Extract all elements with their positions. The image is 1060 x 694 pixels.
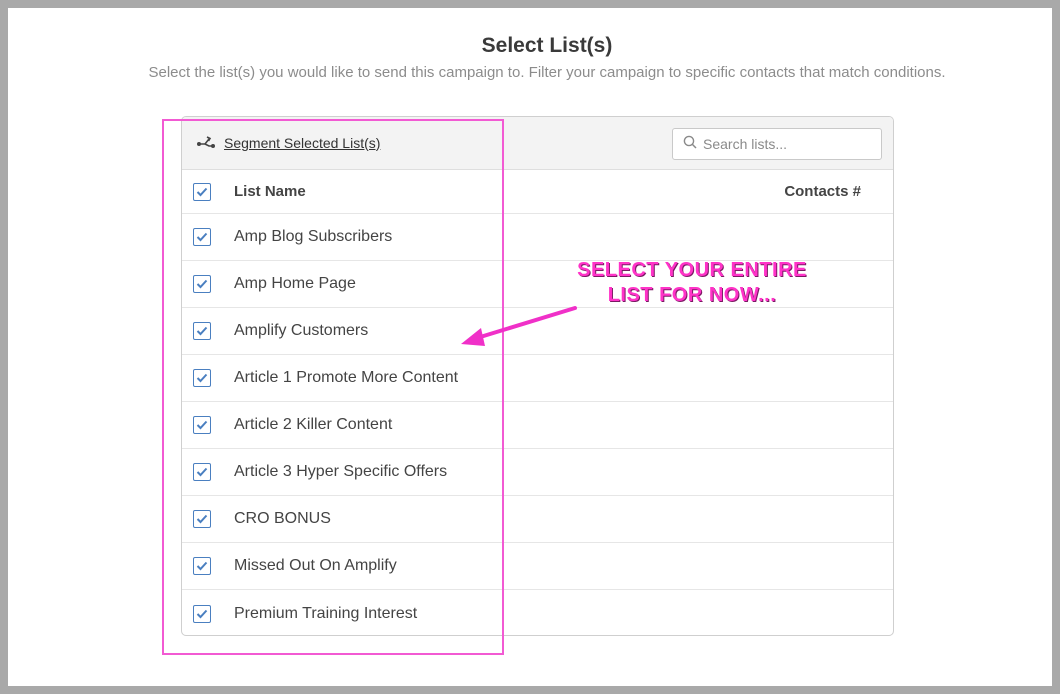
column-header-contacts[interactable]: Contacts # [784,183,861,200]
table-header-row: List Name Contacts # [182,170,893,214]
search-box[interactable] [672,128,882,160]
segment-icon [196,134,224,151]
table-row[interactable]: Amp Blog Subscribers [182,214,893,261]
row-checkbox[interactable] [193,416,211,434]
checkmark-icon [196,373,208,383]
checkmark-icon [196,514,208,524]
list-name: Amp Home Page [234,275,356,292]
table-row[interactable]: Missed Out On Amplify [182,543,893,590]
list-name: Amplify Customers [234,322,369,339]
row-checkbox[interactable] [193,604,211,623]
row-checkbox[interactable] [193,322,211,340]
callout-annotation: SELECT YOUR ENTIRE LIST FOR NOW... [560,258,824,308]
checkmark-icon [196,420,208,430]
list-name: Article 3 Hyper Specific Offers [234,463,448,480]
list-name: Amp Blog Subscribers [234,228,393,245]
list-name: CRO BONUS [234,510,331,527]
checkmark-icon [196,232,208,242]
row-checkbox[interactable] [193,228,211,246]
checkmark-icon [196,187,208,196]
page-title: Select List(s) [481,34,613,57]
table-row[interactable]: Article 3 Hyper Specific Offers [182,449,893,496]
checkmark-icon [196,279,208,289]
panel-toolbar: Segment Selected List(s) [182,117,893,170]
select-all-checkbox[interactable] [193,182,211,201]
row-checkbox[interactable] [193,463,211,481]
segment-selected-lists-link[interactable]: Segment Selected List(s) [196,134,380,151]
row-checkbox[interactable] [193,557,211,575]
search-icon [683,135,697,154]
list-selection-panel: Segment Selected List(s) List Name Conta… [181,116,894,636]
list-name: Article 2 Killer Content [234,416,393,433]
page-subtitle: Select the list(s) you would like to sen… [148,64,946,81]
checkmark-icon [196,467,208,477]
search-input[interactable] [703,136,873,152]
table-row[interactable]: Premium Training Interest [182,590,893,635]
checkmark-icon [196,609,208,618]
callout-line-1: SELECT YOUR ENTIRE [577,259,807,281]
callout-line-2: LIST FOR NOW... [607,284,777,306]
segment-link-label: Segment Selected List(s) [224,134,381,151]
row-checkbox[interactable] [193,369,211,387]
table-row[interactable]: Article 2 Killer Content [182,402,893,449]
table-row[interactable]: CRO BONUS [182,496,893,543]
checkmark-icon [196,326,208,336]
column-header-list-name[interactable]: List Name [234,183,306,200]
row-checkbox[interactable] [193,275,211,293]
list-name: Premium Training Interest [234,604,418,622]
arrow-annotation [461,306,577,346]
checkmark-icon [196,561,208,571]
table-row[interactable]: Article 1 Promote More Content [182,355,893,402]
list-name: Missed Out On Amplify [234,557,397,574]
row-checkbox[interactable] [193,510,211,528]
list-name: Article 1 Promote More Content [234,369,459,386]
